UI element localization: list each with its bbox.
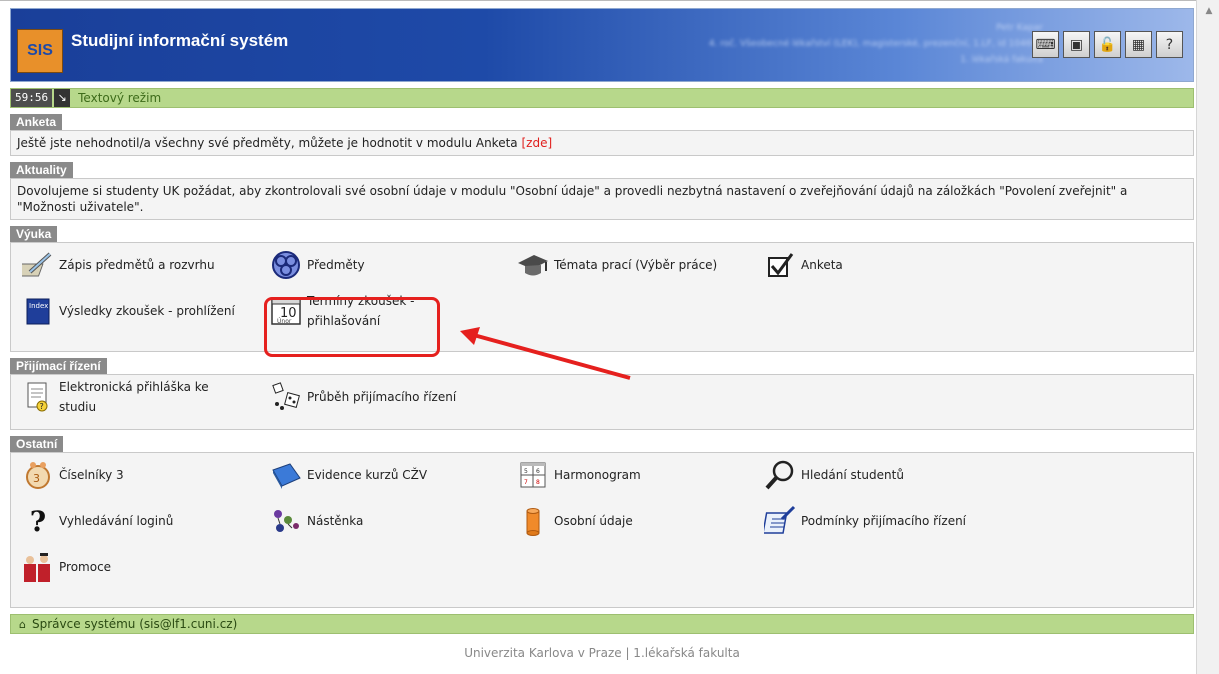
menu-item-promoce[interactable]: Promoce bbox=[21, 551, 111, 583]
section-title-prijimaci: Přijímací řízení bbox=[10, 358, 107, 374]
menu-item-vyhledavani-loginu[interactable]: ? Vyhledávání loginů bbox=[21, 504, 174, 538]
anketa-link[interactable]: [zde] bbox=[521, 136, 552, 150]
menu-item-label: Harmonogram bbox=[554, 468, 641, 482]
svg-text:6: 6 bbox=[536, 468, 540, 475]
menu-item-label: Předměty bbox=[307, 258, 365, 272]
menu-item-label-line2: studiu bbox=[59, 400, 97, 414]
celtic-knot-icon bbox=[269, 249, 303, 281]
user-study-info: 4. roč. Všeobecné lékařství (LEK), magis… bbox=[708, 39, 1043, 49]
menu-item-label: Nástěnka bbox=[307, 514, 364, 528]
text-mode-link[interactable]: Textový režim bbox=[78, 91, 161, 105]
pencil-book-icon bbox=[21, 249, 55, 281]
svg-text:?: ? bbox=[40, 402, 44, 411]
menu-item-ciselniky[interactable]: 3 Číselníky 3 bbox=[21, 459, 124, 491]
text-mode-bar: 59:56 ↘ Textový režim bbox=[10, 88, 1194, 108]
user-faculty: 1. lékařská fakulta bbox=[960, 55, 1043, 65]
institution-footer: Univerzita Karlova v Praze | 1.lékařská … bbox=[464, 646, 740, 660]
menu-item-label: Evidence kurzů CŽV bbox=[307, 468, 428, 482]
menu-item-label: Průběh přijímacího řízení bbox=[307, 390, 457, 404]
svg-text:5: 5 bbox=[524, 468, 528, 475]
home-icon[interactable]: ⌂ bbox=[19, 618, 26, 631]
menu-item-osobni-udaje[interactable]: Osobní údaje bbox=[516, 505, 633, 537]
section-ostatni: 3 Číselníky 3 Evidence kurzů CŽV 5 6 7 8 Ha… bbox=[10, 452, 1194, 608]
menu-item-prubeh-prijimaciho-rizeni[interactable]: Průběh přijímacího řízení bbox=[269, 381, 456, 413]
page-header: SIS Studijní informační systém Petr Kapa… bbox=[10, 8, 1194, 82]
menu-item-label: Osobní údaje bbox=[554, 514, 633, 528]
abacus-icon: 3 bbox=[21, 459, 55, 491]
menu-item-label: Podmínky přijímacího řízení bbox=[801, 514, 967, 528]
menu-item-zapis-predmetu[interactable]: Zápis předmětů a rozvrhu bbox=[21, 249, 215, 281]
menu-item-evidence-kurzu[interactable]: Evidence kurzů CŽV bbox=[269, 459, 427, 491]
menu-item-label-line1: Elektronická přihláška ke bbox=[59, 380, 209, 394]
scroll-up-icon[interactable]: ▲ bbox=[1202, 6, 1216, 16]
svg-text:8: 8 bbox=[536, 479, 540, 486]
menu-item-label: Hledání studentů bbox=[801, 468, 904, 482]
session-timer: 59:56 bbox=[11, 89, 53, 107]
menu-item-anketa[interactable]: Anketa bbox=[763, 249, 843, 281]
question-icon[interactable]: ? bbox=[1156, 31, 1183, 58]
section-title-ostatni: Ostatní bbox=[10, 436, 64, 452]
menu-item-harmonogram[interactable]: 5 6 7 8 Harmonogram bbox=[516, 459, 641, 491]
annotation-arrow-icon bbox=[460, 327, 631, 380]
menu-item-label: Vyhledávání loginů bbox=[59, 514, 174, 528]
section-title-vyuka: Výuka bbox=[10, 226, 58, 242]
header-toolbar: ⌨ ▣ 🔓 ▦ ? bbox=[1032, 31, 1183, 58]
section-anketa: Ještě jste nehodnotil/a všechny své před… bbox=[10, 130, 1194, 156]
menu-item-label: Zápis předmětů a rozvrhu bbox=[59, 258, 215, 272]
arrow-down-right-icon[interactable]: ↘ bbox=[54, 89, 71, 107]
annotation-highlight-box bbox=[264, 297, 440, 357]
menu-item-label: Promoce bbox=[59, 560, 112, 574]
section-aktuality: Dovolujeme si studenty UK požádat, aby z… bbox=[10, 178, 1194, 220]
notepad-pencil-icon bbox=[763, 505, 797, 537]
orange-cylinder-icon bbox=[516, 505, 550, 537]
dice-icon bbox=[269, 381, 303, 413]
aktuality-text: Dovolujeme si studenty UK požádat, aby z… bbox=[17, 184, 1128, 214]
menu-item-label: Výsledky zkoušek - prohlížení bbox=[59, 304, 235, 318]
pushpins-icon bbox=[269, 505, 303, 537]
lock-icon[interactable]: 🔓 bbox=[1094, 31, 1121, 58]
menu-item-label: Témata prací (Výběr práce) bbox=[554, 258, 718, 272]
svg-text:7: 7 bbox=[524, 479, 528, 486]
question-mark-icon: ? bbox=[29, 504, 47, 538]
svg-text:3: 3 bbox=[33, 472, 40, 485]
menu-item-temata-praci[interactable]: Témata prací (Výběr práce) bbox=[516, 249, 717, 281]
app-title: Studijní informační systém bbox=[71, 31, 289, 50]
menu-item-predmety[interactable]: Předměty bbox=[269, 249, 365, 281]
anketa-notice: Ještě jste nehodnotil/a všechny své před… bbox=[17, 136, 518, 150]
checkbox-icon bbox=[763, 249, 797, 281]
calendar-grid-icon: 5 6 7 8 bbox=[516, 459, 550, 491]
menu-item-label: Anketa bbox=[801, 258, 843, 272]
admin-contact-link[interactable]: Správce systému (sis@lf1.cuni.cz) bbox=[32, 617, 237, 631]
svg-text:Index: Index bbox=[29, 302, 48, 310]
help-book-icon[interactable]: ▣ bbox=[1063, 31, 1090, 58]
section-title-aktuality: Aktuality bbox=[10, 162, 73, 178]
menu-item-label: Číselníky 3 bbox=[59, 468, 124, 482]
menu-item-podminky-prijimaciho-rizeni[interactable]: Podmínky přijímacího řízení bbox=[763, 505, 966, 537]
section-title-anketa: Anketa bbox=[10, 114, 63, 130]
abc-toolbar-icon[interactable]: ⌨ bbox=[1032, 31, 1059, 58]
vertical-scrollbar[interactable]: ▲ bbox=[1196, 0, 1219, 674]
admin-bar: ⌂ Správce systému (sis@lf1.cuni.cz) bbox=[10, 614, 1194, 634]
blue-book-icon bbox=[269, 459, 303, 491]
index-book-icon: Index bbox=[21, 295, 55, 327]
menu-item-nastenka[interactable]: Nástěnka bbox=[269, 505, 363, 537]
graduation-cap-icon bbox=[516, 249, 550, 281]
document-question-icon: ? bbox=[21, 381, 55, 413]
menu-item-elektronicka-prihlaska[interactable]: ? Elektronická přihláška ke studiu bbox=[21, 377, 209, 417]
graduates-icon bbox=[21, 551, 55, 583]
sis-logo[interactable]: SIS bbox=[17, 29, 63, 73]
uk-flag-icon[interactable]: ▦ bbox=[1125, 31, 1152, 58]
magnifier-icon bbox=[763, 459, 797, 491]
menu-item-vysledky-zkousek[interactable]: Index Výsledky zkoušek - prohlížení bbox=[21, 295, 235, 327]
menu-item-hledani-studentu[interactable]: Hledání studentů bbox=[763, 459, 904, 491]
